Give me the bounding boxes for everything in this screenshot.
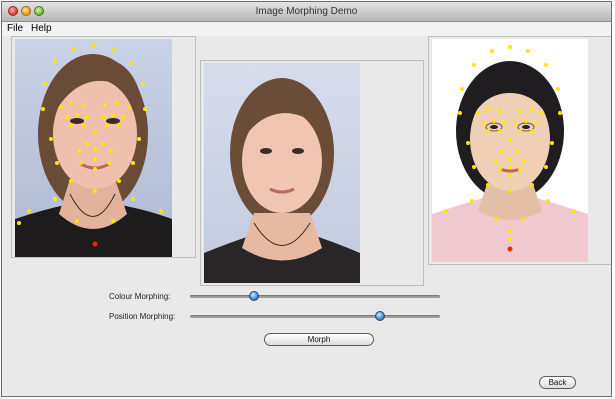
- position-morphing-slider-knob[interactable]: [375, 311, 385, 321]
- window-title: Image Morphing Demo: [255, 6, 358, 17]
- position-morphing-slider[interactable]: [190, 315, 440, 318]
- colour-morphing-slider-knob[interactable]: [249, 291, 259, 301]
- source-face-image: [15, 39, 172, 257]
- target-image-panel: [428, 36, 611, 265]
- position-morphing-label: Position Morphing:: [109, 312, 176, 321]
- target-face-image: [432, 39, 588, 262]
- colour-morphing-label: Colour Morphing:: [109, 292, 171, 301]
- morphed-image-panel: [200, 60, 424, 286]
- app-window: Image Morphing Demo File Help Colour Mor…: [1, 1, 612, 397]
- colour-morphing-slider[interactable]: [190, 295, 440, 298]
- back-button[interactable]: Back: [539, 376, 576, 389]
- morphed-face-image: [204, 63, 360, 283]
- menu-file[interactable]: File: [7, 23, 23, 34]
- menu-bar: File Help: [2, 22, 611, 36]
- title-bar[interactable]: Image Morphing Demo: [2, 2, 611, 22]
- main-content: Colour Morphing: Position Morphing: Morp…: [2, 36, 611, 396]
- source-image-panel: [11, 36, 196, 258]
- morph-button[interactable]: Morph: [264, 333, 374, 346]
- menu-help[interactable]: Help: [31, 23, 52, 34]
